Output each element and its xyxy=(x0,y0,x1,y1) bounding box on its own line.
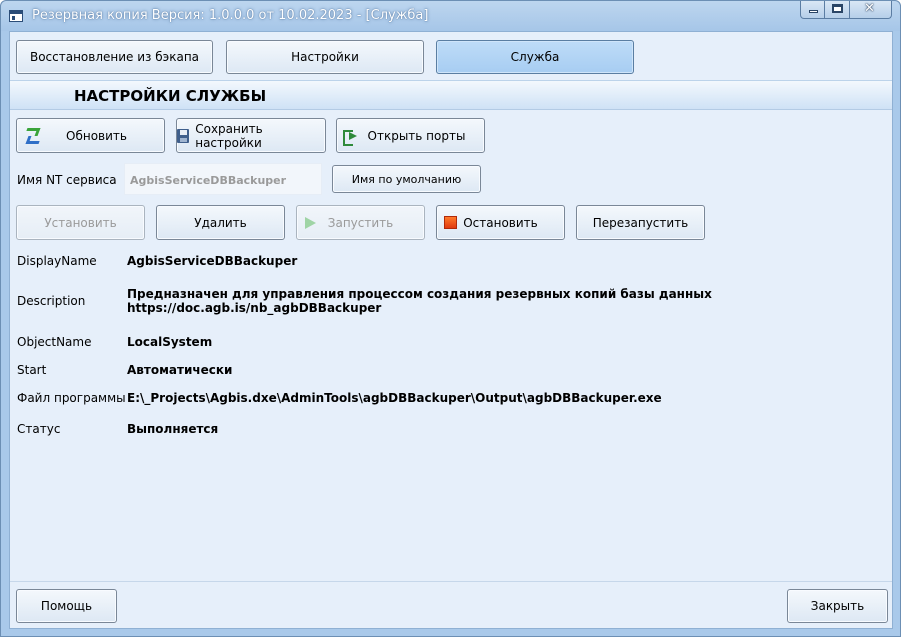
nt-service-input[interactable]: AgbisServiceDBBackuper xyxy=(124,163,322,195)
status-value: Выполняется xyxy=(127,422,219,436)
install-button[interactable]: Установить xyxy=(16,205,145,240)
tab-settings-label: Настройки xyxy=(291,50,359,64)
tab-restore-backup[interactable]: Восстановление из бэкапа xyxy=(16,40,213,74)
title-bar[interactable]: Резервная копия Версия: 1.0.0.0 от 10.02… xyxy=(1,1,900,31)
start-type-label: Start xyxy=(17,363,47,377)
tab-service-label: Служба xyxy=(510,50,560,64)
refresh-button-label: Обновить xyxy=(66,128,127,143)
delete-button-label: Удалить xyxy=(194,215,247,230)
open-ports-label: Открыть порты xyxy=(367,128,466,143)
close-button-label: Закрыть xyxy=(810,599,865,613)
restart-button[interactable]: Перезапустить xyxy=(576,205,705,240)
app-window: Резервная копия Версия: 1.0.0.0 от 10.02… xyxy=(0,0,901,637)
minimize-icon xyxy=(809,10,818,13)
tab-service[interactable]: Служба xyxy=(436,40,634,74)
program-file-label: Файл программы xyxy=(17,391,126,405)
stop-icon xyxy=(444,216,457,229)
install-button-label: Установить xyxy=(44,215,117,230)
minimize-button[interactable] xyxy=(800,1,825,19)
save-settings-button[interactable]: Сохранить настройки xyxy=(176,118,326,153)
program-file-value: E:\_Projects\Agbis.dxe\AdminTools\agbDBB… xyxy=(127,391,662,405)
description-value-line1: Предназначен для управления процессом со… xyxy=(127,287,712,301)
start-button-label: Запустить xyxy=(327,215,394,230)
close-window-button[interactable]: ✕ xyxy=(850,1,892,19)
close-button[interactable]: Закрыть xyxy=(787,589,888,623)
stop-button[interactable]: Остановить xyxy=(436,205,565,240)
open-ports-button[interactable]: Открыть порты xyxy=(336,118,485,153)
help-button[interactable]: Помощь xyxy=(16,589,117,623)
maximize-button[interactable] xyxy=(825,1,850,19)
object-name-label: ObjectName xyxy=(17,335,92,349)
delete-button[interactable]: Удалить xyxy=(156,205,285,240)
display-name-label: DisplayName xyxy=(17,254,97,268)
description-label: Description xyxy=(17,294,86,308)
display-name-value: AgbisServiceDBBackuper xyxy=(127,254,298,268)
description-value-line2: https://doc.agb.is/nb_agbDBBackuper xyxy=(127,301,382,315)
refresh-icon xyxy=(25,128,39,142)
tab-settings[interactable]: Настройки xyxy=(226,40,424,74)
window-title: Резервная копия Версия: 1.0.0.0 от 10.02… xyxy=(32,8,429,23)
client-area: Восстановление из бэкапа Настройки Служб… xyxy=(9,31,893,629)
refresh-button[interactable]: Обновить xyxy=(16,118,165,153)
nt-service-label: Имя NT сервиса xyxy=(17,173,117,187)
window-controls: ✕ xyxy=(800,1,892,19)
default-name-label: Имя по умолчанию xyxy=(351,172,462,186)
save-settings-label: Сохранить настройки xyxy=(195,121,263,150)
stop-button-label: Остановить xyxy=(463,215,538,230)
section-title: НАСТРОЙКИ СЛУЖБЫ xyxy=(74,87,267,105)
help-button-label: Помощь xyxy=(40,599,93,613)
status-label: Статус xyxy=(17,422,61,436)
start-button[interactable]: Запустить xyxy=(296,205,425,240)
start-type-value: Автоматически xyxy=(127,363,233,377)
maximize-icon xyxy=(832,4,843,13)
save-icon xyxy=(177,128,190,143)
default-name-button[interactable]: Имя по умолчанию xyxy=(332,165,481,193)
ports-icon xyxy=(343,130,359,146)
play-icon xyxy=(305,217,316,229)
restart-button-label: Перезапустить xyxy=(592,215,689,230)
section-header: НАСТРОЙКИ СЛУЖБЫ xyxy=(10,80,892,110)
tab-restore-backup-label: Восстановление из бэкапа xyxy=(29,50,200,64)
object-name-value: LocalSystem xyxy=(127,335,213,349)
close-icon: ✕ xyxy=(864,1,875,16)
app-icon[interactable] xyxy=(9,10,23,22)
footer-divider xyxy=(10,581,892,582)
